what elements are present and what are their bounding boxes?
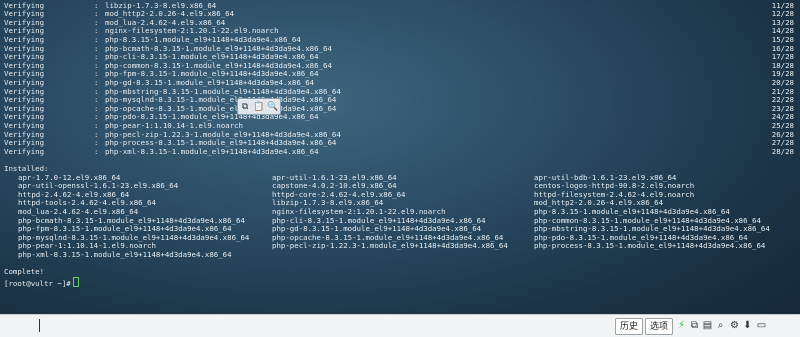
installed-package: php-pecl-zip-1.22.3-1.module_el9+1148+4d… [272,241,508,251]
lightning-icon[interactable]: ⚡ [676,318,687,333]
download-icon[interactable]: ⬇ [742,318,753,333]
progress-count: 28/28 [771,146,794,156]
complete-message: Complete! [4,267,45,277]
package-name: php-xml-8.3.15-1.module_el9+1148+4d3da9e… [105,146,319,156]
prompt-text: [root@vultr ~]# [4,278,71,288]
command-bar: 历史 选项 ⚡ ⧉ ▤ ⌕ ⚙ ⬇ ▭ [0,314,800,337]
verify-label: Verifying [4,146,45,156]
shell-prompt: [root@vultr ~]# [4,276,79,289]
command-input[interactable] [36,319,600,334]
copy-icon[interactable]: ⧉ [689,318,700,333]
history-button[interactable]: 历史 [615,318,644,335]
window-icon[interactable]: ▭ [756,318,767,333]
separator: : [94,146,99,156]
paste-icon[interactable]: 📋 [252,99,266,114]
options-button[interactable]: 选项 [645,318,674,335]
paste-icon[interactable]: ▤ [702,318,713,333]
installed-row: php-xml-8.3.15-1.module_el9+1148+4d3da9e… [0,249,800,260]
installed-package: php-process-8.3.15-1.module_el9+1148+4d3… [534,241,766,251]
copy-icon[interactable]: ⧉ [238,99,252,114]
terminal-cursor [72,276,79,287]
floating-toolbar: ⧉ 📋 🔍 [237,98,281,115]
search-icon[interactable]: ⌕ [715,318,726,333]
verify-row: Verifying: php-xml-8.3.15-1.module_el9+11… [4,146,794,157]
terminal-output[interactable]: Verifying: libzip-1.7.3-8.el9.x86_64 11/28… [0,0,800,314]
search-icon[interactable]: 🔍 [266,99,280,114]
installed-package: php-xml-8.3.15-1.module_el9+1148+4d3da9e… [18,249,232,259]
gear-icon[interactable]: ⚙ [729,318,740,333]
text-caret [39,319,40,332]
